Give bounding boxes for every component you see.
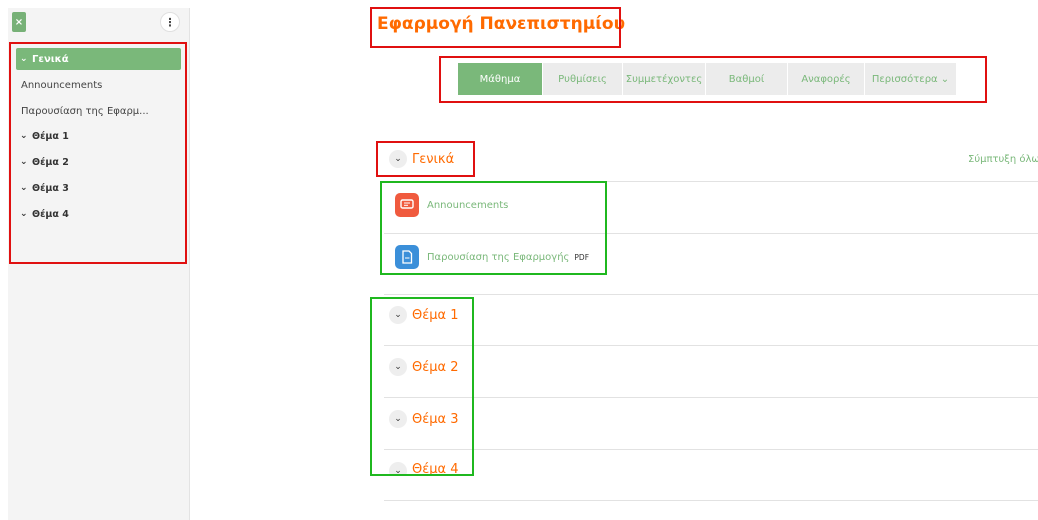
- highlight-box-sidebar: [9, 42, 187, 264]
- divider: [384, 294, 1038, 295]
- course-index-drawer: × ⋮ ⌄ Γενικά Announcements Παρουσίαση τη…: [8, 8, 190, 520]
- highlight-box-activities: [380, 181, 607, 275]
- collapse-all-link[interactable]: Σύμπτυξη όλω: [968, 154, 1038, 165]
- close-drawer-button[interactable]: ×: [12, 12, 26, 32]
- divider: [384, 449, 1038, 450]
- highlight-box-title: [370, 7, 621, 48]
- highlight-box-topics: [370, 297, 474, 476]
- highlight-box-navigation: [439, 56, 987, 103]
- page: × ⋮ ⌄ Γενικά Announcements Παρουσίαση τη…: [0, 0, 1038, 520]
- divider: [384, 500, 1038, 501]
- divider: [384, 345, 1038, 346]
- drawer-menu-button[interactable]: ⋮: [160, 12, 180, 32]
- divider: [384, 397, 1038, 398]
- highlight-box-general: [376, 141, 475, 177]
